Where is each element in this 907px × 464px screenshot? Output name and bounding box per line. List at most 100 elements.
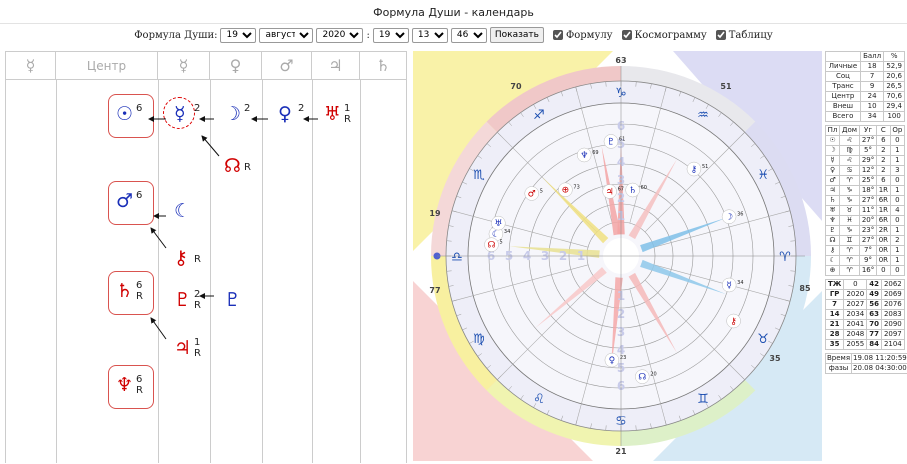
t1-cell: Транс [826, 82, 861, 92]
t3-cell: 2041 [844, 320, 867, 330]
chart-planet-1-icon: ♄ [629, 186, 637, 196]
t2-cell: 0 [890, 216, 904, 226]
outer-number-2: 19 [429, 209, 441, 218]
t2-cell: 6 [877, 136, 891, 146]
page-title: Формула Души - календарь [0, 0, 907, 24]
cosmo-checkbox-label[interactable]: Космограмму [622, 30, 707, 41]
formula-checkbox-label[interactable]: Формулу [553, 30, 613, 41]
t1-cell: Внеш [826, 102, 861, 112]
chart-planet-8-icon: ♅ [494, 219, 502, 229]
t2-cell: ♌ [840, 156, 860, 166]
outer-number-4: 85 [799, 284, 811, 293]
t2-cell: 18° [860, 186, 877, 196]
chart-planet-12-icon: ⚷ [730, 317, 737, 327]
t1-cell: 26,5 [884, 82, 905, 92]
day-select[interactable]: 19 [220, 28, 256, 43]
zodiac-sign-3: ♎ [451, 250, 463, 265]
t2-cell: 7° [860, 246, 877, 256]
t2-cell: 27° [860, 136, 877, 146]
t2-cell: Уг [860, 126, 877, 136]
t2-cell: ⚷ [826, 246, 840, 256]
t2-cell: 11° [860, 206, 877, 216]
t2-cell: 2 [890, 236, 904, 246]
t2-cell: С [877, 126, 891, 136]
formula-arrow [151, 228, 166, 248]
formula-checkbox-text: Формулу [566, 30, 613, 41]
minute-select[interactable]: 13 [412, 28, 448, 43]
t2-cell: 0 [890, 136, 904, 146]
hour-select[interactable]: 19 [373, 28, 409, 43]
zodiac-sign-8: ♉ [757, 332, 769, 347]
t2-cell: ♑ [840, 226, 860, 236]
t3-cell: 21 [826, 320, 844, 330]
chart-planet-1-degree: 60 [641, 185, 647, 191]
chart-planet-4-degree: 69 [592, 150, 598, 156]
formula-arrow [151, 318, 166, 339]
t2-cell: 1 [890, 156, 904, 166]
t3-cell: 2097 [881, 330, 904, 340]
second-select[interactable]: 46 [451, 28, 487, 43]
t2-cell: 0R [877, 256, 891, 266]
time-value: 19.08 11:20:59 [852, 354, 907, 364]
t2-cell: ♑ [840, 186, 860, 196]
cosmo-checkbox-text: Космограмму [635, 30, 707, 41]
t2-cell: ♃ [826, 186, 840, 196]
t1-cell: Центр [826, 92, 861, 102]
table-checkbox[interactable] [716, 30, 726, 40]
t1-cell: 100 [884, 112, 905, 122]
t1-cell: Балл [860, 52, 883, 62]
month-select[interactable]: августа [259, 28, 313, 43]
zodiac-sign-7: ♊ [697, 392, 709, 407]
t2-cell: 1R [877, 206, 891, 216]
chart-planet-14-degree: 20 [650, 372, 656, 378]
t2-cell: 16° [860, 266, 877, 276]
cosmo-checkbox[interactable] [622, 30, 632, 40]
t3-cell: 70 [867, 320, 881, 330]
t2-cell: ⊕ [826, 266, 840, 276]
chart-planet-3-icon: ⊕ [562, 186, 570, 196]
t1-cell: % [884, 52, 905, 62]
t1-cell [826, 52, 861, 62]
t1-cell: 34 [860, 112, 883, 122]
show-button[interactable]: Показать [490, 27, 544, 43]
time-separator: : [366, 30, 369, 41]
t3-cell: 28 [826, 330, 844, 340]
t2-cell: 5° [860, 146, 877, 156]
chart-planet-2-degree: 51 [702, 164, 708, 170]
t2-cell: ☾ [826, 256, 840, 266]
stats-panel: Балл%Личные1852,9Соц720,6Транс926,5Центр… [825, 51, 905, 461]
outer-number-0: 63 [615, 56, 626, 65]
t2-cell: ♋ [840, 166, 860, 176]
controls-bar: Формула Души: 19 августа 2020 : 19 13 46… [0, 24, 907, 46]
t3-cell: 63 [867, 310, 881, 320]
t2-cell: 2 [877, 146, 891, 156]
chart-planet-13-icon: ♀ [609, 356, 616, 366]
chart-planet-10-icon: ☽ [725, 213, 733, 223]
t2-cell: 0R [877, 246, 891, 256]
t3-cell: 2069 [881, 290, 904, 300]
t2-cell: 2 [877, 156, 891, 166]
t2-cell: 0R [877, 236, 891, 246]
t2-cell: ♀ [826, 166, 840, 176]
t2-cell: ♍ [840, 146, 860, 156]
planet-table: ПлДомУгСОр☉♌27°60☽♍5°21☿♌29°21♀♋12°23♂♈2… [825, 125, 905, 276]
year-select[interactable]: 2020 [316, 28, 363, 43]
soul-formula-panel: ☿Центр☿♀♂♃♄ ☉6☿2☽2♀2♅1R☊R♂6☾⚷R♄6R♇2R♇♃1R… [5, 51, 407, 463]
t3-cell: 2076 [881, 300, 904, 310]
formula-arrows [6, 52, 406, 464]
t2-cell: 2 [877, 166, 891, 176]
t2-cell: ♌ [840, 136, 860, 146]
formula-checkbox[interactable] [553, 30, 563, 40]
t1-cell: 24 [860, 92, 883, 102]
t2-cell: 6R [877, 196, 891, 206]
t2-cell: ♄ [826, 196, 840, 206]
zodiac-sign-1: ♐ [533, 108, 545, 123]
zodiac-sign-9: ♈ [779, 250, 791, 265]
cosmogram[interactable]: ♑♐♏♎♍♌♋♊♉♈♓♒6321197785357051111222333444… [413, 51, 822, 461]
formula-arrow [202, 136, 219, 156]
table-checkbox-label[interactable]: Таблицу [716, 30, 773, 41]
chart-planet-5-icon: ♇ [607, 137, 615, 147]
t2-cell: 27° [860, 236, 877, 246]
outer-number-5: 35 [769, 354, 781, 363]
t3-cell: 77 [867, 330, 881, 340]
